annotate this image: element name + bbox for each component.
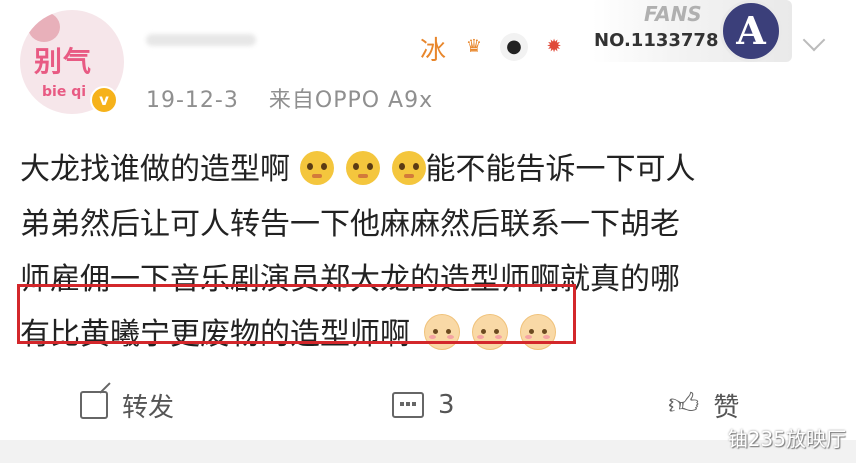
highlight-name: 冰 — [420, 36, 447, 66]
post-line: 弟弟然后让可人转告一下他麻麻然后联系一下胡老 — [20, 197, 850, 252]
comment-button[interactable]: 3 — [392, 388, 455, 422]
comment-count: 3 — [438, 390, 455, 420]
post-text: 弟弟然后让可人转告一下他麻麻然后联系一下胡老 — [20, 207, 680, 242]
repost-button[interactable]: 转发 — [80, 388, 175, 423]
crown-icon: ♛ — [465, 36, 483, 57]
post-source: 来自OPPO A9x — [268, 88, 434, 113]
post-text: 大龙找谁做的造型啊 — [20, 152, 290, 187]
flame-icon: ✹ — [546, 36, 562, 57]
avatar-text: 别气 — [34, 45, 93, 78]
pout-emoji-icon — [391, 151, 426, 185]
share-icon — [80, 391, 108, 419]
post-text: 能不能告诉一下可人 — [425, 152, 696, 187]
avatar-subtext: bie qi — [42, 84, 87, 100]
thumbs-up-icon: 👍︎ — [668, 387, 700, 422]
watermark: 铀235放映厅 — [727, 427, 846, 451]
avatar-bunny-icon — [28, 12, 60, 42]
red-highlight-box — [17, 284, 576, 344]
like-label: 赞 — [713, 392, 740, 423]
chevron-down-icon[interactable] — [802, 28, 826, 52]
comment-icon — [392, 392, 424, 418]
pout-emoji-icon — [299, 151, 334, 185]
post-date: 19-12-3 — [146, 88, 239, 113]
fans-label: FANS — [644, 2, 702, 26]
repost-label: 转发 — [122, 392, 175, 423]
username-blurred[interactable] — [146, 34, 256, 46]
panda-icon: ● — [500, 33, 528, 61]
post-line: 大龙找谁做的造型啊 能不能告诉一下可人 — [20, 142, 850, 197]
pout-emoji-icon — [345, 151, 380, 185]
verified-badge-icon: v — [90, 86, 118, 114]
fans-number: NO.1133778 — [594, 30, 719, 51]
like-button[interactable]: 👍︎ 赞 — [668, 387, 740, 423]
avengers-logo-icon: A — [720, 0, 782, 62]
post-meta: 19-12-3 来自OPPO A9x — [146, 82, 433, 114]
